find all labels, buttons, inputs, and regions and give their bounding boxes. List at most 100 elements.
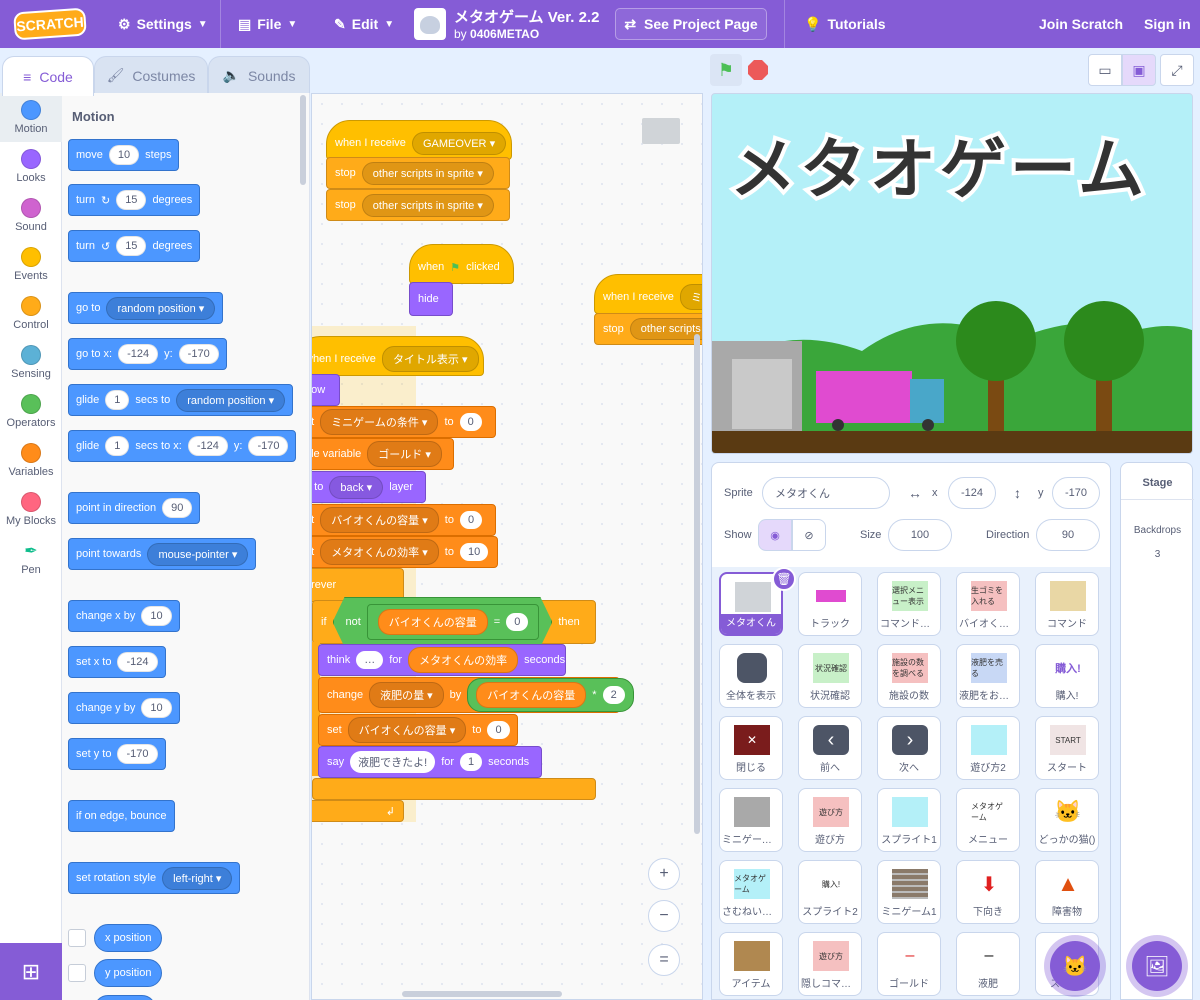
block-number-input[interactable]: 1 — [105, 436, 130, 456]
block-change-x[interactable]: change x by 10 — [68, 600, 180, 632]
add-extension-button[interactable]: ⊞ — [0, 943, 62, 1000]
y-input[interactable]: -170 — [1052, 477, 1100, 509]
author-name[interactable]: 0406METAO — [470, 27, 539, 41]
sprite-tile[interactable]: 全体を表示 — [719, 644, 783, 708]
block-number-input[interactable]: 0 — [459, 413, 482, 431]
block-set-variable[interactable]: et ミニゲームの条件 ▾ to 0 — [312, 406, 496, 438]
block-number-input[interactable]: -170 — [117, 744, 158, 764]
block-dropdown[interactable]: other scripts — [629, 318, 702, 340]
code-area[interactable]: when I receive GAMEOVER ▾ stop other scrip… — [311, 93, 703, 1000]
large-stage-button[interactable]: ▣ — [1122, 54, 1156, 86]
block-number-input[interactable]: 10 — [459, 543, 489, 561]
sprite-tile[interactable]: 遊び方2 — [956, 716, 1020, 780]
sprite-tile[interactable]: メタオゲーム メニュー — [956, 788, 1020, 852]
sign-in-link[interactable]: Sign in — [1144, 0, 1191, 48]
block-when-flag-clicked[interactable]: when ⚑ clicked — [409, 244, 514, 284]
sprite-tile[interactable]: ⬇ 下向き — [956, 860, 1020, 924]
zoom-in-button[interactable]: + — [648, 858, 680, 890]
see-project-page-button[interactable]: ⇄ See Project Page — [615, 8, 767, 40]
x-position-checkbox[interactable] — [68, 929, 86, 947]
block-change-variable[interactable]: change 液肥の量 ▾ by バイオくんの容量 * 2 — [318, 677, 634, 713]
block-dropdown[interactable]: ミニゲームの条件 ▾ — [320, 409, 439, 435]
variable-reporter[interactable]: バイオくんの容量 — [476, 682, 587, 708]
join-scratch-link[interactable]: Join Scratch — [1039, 0, 1123, 48]
category-my-blocks[interactable]: My Blocks — [0, 485, 62, 534]
block-dropdown[interactable]: ミ — [679, 284, 702, 310]
block-number-input[interactable]: 15 — [116, 190, 147, 210]
block-dropdown[interactable]: random position ▾ — [106, 296, 216, 320]
block-number-input[interactable]: 0 — [506, 613, 528, 631]
green-flag-button[interactable]: ⚑ — [710, 54, 742, 86]
block-dropdown[interactable]: GAMEOVER ▾ — [411, 131, 507, 155]
block-number-input[interactable]: 10 — [108, 145, 140, 165]
scratch-logo[interactable]: SCRATCH — [13, 7, 87, 41]
block-number-input[interactable]: 10 — [141, 606, 172, 626]
y-position-checkbox[interactable] — [68, 964, 86, 982]
block-stop[interactable]: stop other scripts — [594, 313, 702, 345]
sprite-tile[interactable]: メタオゲーム さむねいる... — [719, 860, 783, 924]
block-number-input[interactable]: 1 — [460, 753, 483, 771]
sprite-tile[interactable]: アイテム — [719, 932, 783, 996]
category-sound[interactable]: Sound — [0, 191, 62, 240]
block-number-input[interactable]: -124 — [118, 344, 159, 364]
block-turn-left[interactable]: turn ↺ 15 degrees — [68, 230, 201, 262]
x-input[interactable]: -124 — [948, 477, 996, 509]
choose-sprite-button[interactable]: 🐱 — [1050, 941, 1100, 991]
category-control[interactable]: Control — [0, 289, 62, 338]
block-number-input[interactable]: 1 — [105, 390, 130, 410]
block-when-i-receive[interactable]: when I receive タイトル表示 ▾ — [312, 336, 484, 376]
block-say-for[interactable]: say 液肥できたよ! for 1 seconds — [318, 746, 542, 778]
zoom-reset-button[interactable]: = — [648, 944, 680, 976]
block-number-input[interactable]: 15 — [116, 236, 147, 256]
block-glide[interactable]: glide 1 secs to random position ▾ — [68, 384, 294, 416]
edit-menu[interactable]: ✎ Edit ▼ — [334, 0, 394, 48]
sprite-tile[interactable]: ✕ 閉じる — [719, 716, 783, 780]
stop-button[interactable] — [748, 60, 768, 80]
category-looks[interactable]: Looks — [0, 142, 62, 191]
block-multiply[interactable]: バイオくんの容量 * 2 — [467, 678, 634, 712]
block-dropdown[interactable]: バイオくんの容量 ▾ — [320, 507, 439, 533]
block-go-to-layer[interactable]: o to back ▾ layer — [312, 471, 426, 503]
block-forever[interactable]: orever — [312, 568, 404, 602]
block-x-position[interactable]: x position — [94, 924, 163, 952]
block-number-input[interactable]: 2 — [602, 686, 625, 704]
block-number-input[interactable]: 90 — [162, 498, 193, 518]
sprite-tile[interactable]: 購入! 購入! — [1035, 644, 1099, 708]
block-set-variable[interactable]: set バイオくんの容量 ▾ to 0 — [318, 714, 518, 746]
choose-backdrop-button[interactable]: 🖼 — [1132, 941, 1182, 991]
block-think-for[interactable]: think … for メタオくんの効率 seconds — [318, 644, 566, 676]
sprite-tile[interactable]: ‒ 液肥 — [956, 932, 1020, 996]
block-when-i-receive[interactable]: when I receive GAMEOVER ▾ — [326, 120, 512, 160]
file-menu[interactable]: ▤ File ▼ — [238, 0, 297, 48]
block-move[interactable]: move 10 steps — [68, 139, 180, 171]
block-if-then[interactable]: if not バイオくんの容量 = 0 then — [312, 600, 596, 644]
block-dropdown[interactable]: 液肥の量 ▾ — [369, 682, 444, 708]
block-set-variable[interactable]: et バイオくんの容量 ▾ to 0 — [312, 504, 496, 536]
sprite-tile[interactable]: ▲ 障害物 — [1035, 860, 1099, 924]
block-dropdown[interactable]: other scripts in sprite ▾ — [361, 193, 494, 217]
sprite-tile[interactable]: ミニゲーム... — [719, 788, 783, 852]
block-glide-xy[interactable]: glide 1 secs to x: -124 y: -170 — [68, 430, 297, 462]
sprite-tile[interactable]: 🐱 どっかの猫() — [1035, 788, 1099, 852]
sprite-tile[interactable]: トラック — [798, 572, 862, 636]
block-dropdown[interactable]: left-right ▾ — [162, 866, 233, 890]
block-dropdown[interactable]: mouse-pointer ▾ — [147, 542, 249, 566]
project-title[interactable]: メタオゲーム Ver. 2.2 — [454, 6, 599, 27]
block-dropdown[interactable]: ゴールド ▾ — [367, 441, 442, 467]
block-point-in-direction[interactable]: point in direction 90 — [68, 492, 201, 524]
code-vertical-scrollbar[interactable] — [694, 334, 700, 834]
block-dropdown[interactable]: バイオくんの容量 ▾ — [347, 717, 467, 743]
sprite-tile[interactable]: 選択メニュー表示 コマンド表... — [877, 572, 941, 636]
tutorials-button[interactable]: 💡 Tutorials — [804, 0, 886, 48]
block-set-y[interactable]: set y to -170 — [68, 738, 166, 770]
block-number-input[interactable]: 0 — [487, 721, 510, 739]
block-set-variable[interactable]: et メタオくんの効率 ▾ to 10 — [312, 536, 498, 568]
block-dropdown[interactable]: other scripts in sprite ▾ — [361, 161, 494, 185]
sprite-tile[interactable]: コマンド — [1035, 572, 1099, 636]
block-number-input[interactable]: -124 — [187, 436, 228, 456]
sprite-tile[interactable]: ミニゲーム1 — [877, 860, 941, 924]
zoom-out-button[interactable]: − — [648, 900, 680, 932]
block-set-rotation-style[interactable]: set rotation style left-right ▾ — [68, 862, 241, 894]
sprite-tile[interactable]: 生ゴミを入れる バイオくん... — [956, 572, 1020, 636]
code-horizontal-scrollbar[interactable] — [402, 991, 562, 997]
